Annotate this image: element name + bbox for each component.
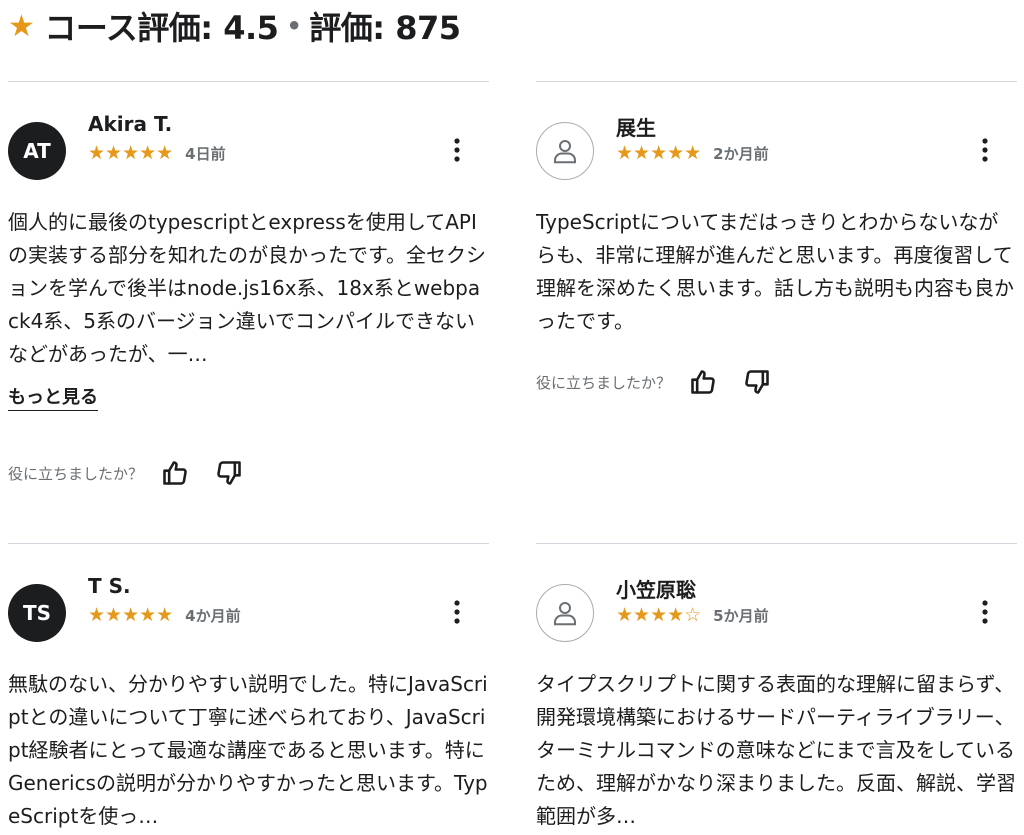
reviewer-name: 小笠原聡 bbox=[616, 578, 696, 602]
star-rating: ★★★★★ bbox=[88, 142, 174, 164]
more-options-button[interactable] bbox=[445, 132, 469, 168]
course-rating-header: ★ コース評価: 4.5 • 評価: 875 bbox=[8, 4, 461, 48]
review-card: 小笠原聡 ★★★★☆ 5か月前 タイプスクリプトに関する表面的な理解に留まらず、… bbox=[536, 574, 1017, 833]
show-more-link[interactable]: もっと見る bbox=[8, 383, 98, 411]
divider bbox=[536, 543, 1017, 544]
helpful-section: 役に立ちましたか？ bbox=[8, 457, 489, 489]
avatar: AT bbox=[8, 122, 66, 180]
more-options-button[interactable] bbox=[445, 594, 469, 630]
more-vertical-icon bbox=[454, 600, 460, 624]
user-icon bbox=[554, 602, 576, 626]
avatar: TS bbox=[8, 584, 66, 642]
review-text: 無駄のない、分かりやすい説明でした。特にJavaScriptとの違いについて丁寧… bbox=[8, 672, 488, 828]
user-icon bbox=[554, 140, 576, 164]
review-text: TypeScriptについてまだはっきりとわからないながらも、非常に理解が進んだ… bbox=[536, 210, 1014, 333]
separator-dot: • bbox=[286, 12, 302, 40]
review-date: 2か月前 bbox=[713, 144, 769, 163]
review-card: 展生 ★★★★★ 2か月前 TypeScriptについてまだはっきりとわからない… bbox=[536, 112, 1017, 398]
more-vertical-icon bbox=[982, 138, 988, 162]
review-date: 4日前 bbox=[185, 144, 226, 163]
star-rating: ★★★★★ bbox=[88, 604, 174, 626]
helpful-question: 役に立ちましたか？ bbox=[536, 373, 672, 392]
rating-count-label: 評価: 875 bbox=[309, 9, 461, 47]
thumbs-down-button[interactable] bbox=[213, 457, 245, 489]
reviewer-name: Akira T. bbox=[88, 112, 173, 136]
more-options-button[interactable] bbox=[973, 594, 997, 630]
divider bbox=[8, 543, 489, 544]
avatar bbox=[536, 584, 594, 642]
star-rating: ★★★★☆ bbox=[616, 604, 702, 626]
reviewer-name: T S. bbox=[88, 574, 131, 598]
star-icon: ★ bbox=[8, 8, 35, 44]
thumbs-down-icon bbox=[745, 370, 769, 394]
divider bbox=[8, 81, 489, 82]
reviewer-name: 展生 bbox=[616, 116, 656, 140]
review-card: TS T S. ★★★★★ 4か月前 無駄のない、分かりやすい説明でした。特にJ… bbox=[8, 574, 489, 833]
avatar bbox=[536, 122, 594, 180]
helpful-question: 役に立ちましたか？ bbox=[8, 464, 144, 483]
thumbs-up-button[interactable] bbox=[159, 457, 191, 489]
more-options-button[interactable] bbox=[973, 132, 997, 168]
star-rating: ★★★★★ bbox=[616, 142, 702, 164]
review-text: タイプスクリプトに関する表面的な理解に留まらず、開発環境構築におけるサードパーテ… bbox=[536, 672, 1016, 828]
review-card: AT Akira T. ★★★★★ 4日前 個人的に最後のtypescriptと… bbox=[8, 112, 489, 489]
thumbs-down-button[interactable] bbox=[741, 366, 773, 398]
more-vertical-icon bbox=[454, 138, 460, 162]
review-date: 4か月前 bbox=[185, 606, 241, 625]
helpful-section: 役に立ちましたか？ bbox=[536, 366, 1017, 398]
review-date: 5か月前 bbox=[713, 606, 769, 625]
thumbs-up-icon bbox=[163, 461, 187, 485]
thumbs-down-icon bbox=[217, 461, 241, 485]
more-vertical-icon bbox=[982, 600, 988, 624]
thumbs-up-button[interactable] bbox=[687, 366, 719, 398]
divider bbox=[536, 81, 1017, 82]
thumbs-up-icon bbox=[691, 370, 715, 394]
review-text: 個人的に最後のtypescriptとexpressを使用してAPIの実装する部分… bbox=[8, 210, 486, 366]
course-rating-label: コース評価: 4.5 bbox=[44, 9, 279, 47]
